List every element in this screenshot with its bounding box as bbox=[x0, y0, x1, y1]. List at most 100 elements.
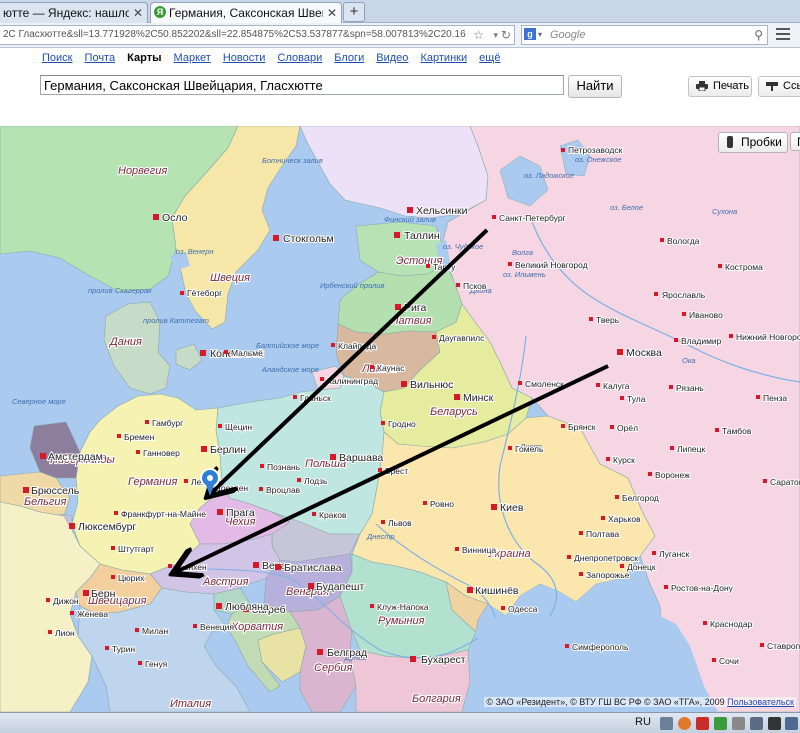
city-marker[interactable] bbox=[320, 377, 324, 381]
city-marker[interactable] bbox=[579, 531, 583, 535]
city-marker[interactable] bbox=[615, 495, 619, 499]
capital-marker[interactable] bbox=[617, 349, 623, 355]
capital-marker[interactable] bbox=[467, 587, 473, 593]
city-marker[interactable] bbox=[729, 334, 733, 338]
city-marker[interactable] bbox=[193, 624, 197, 628]
capital-marker[interactable] bbox=[410, 656, 416, 662]
city-marker[interactable] bbox=[670, 446, 674, 450]
capital-marker[interactable] bbox=[273, 235, 279, 241]
city-marker[interactable] bbox=[135, 628, 139, 632]
city-marker[interactable] bbox=[674, 338, 678, 342]
close-icon[interactable]: ✕ bbox=[133, 3, 143, 23]
map-canvas[interactable]: Ботническ заливФинский заливоз. Ладожско… bbox=[0, 126, 800, 712]
city-marker[interactable] bbox=[297, 478, 301, 482]
city-marker[interactable] bbox=[70, 611, 74, 615]
new-tab-button[interactable]: + bbox=[343, 2, 365, 22]
map-viewport[interactable]: Ботническ залив Финский залив оз. Ладожско… bbox=[0, 126, 800, 712]
capital-marker[interactable] bbox=[330, 454, 336, 460]
capital-marker[interactable] bbox=[201, 446, 207, 452]
service-link-mail[interactable]: Почта bbox=[85, 52, 116, 64]
tray-tools-icon[interactable] bbox=[750, 717, 763, 730]
city-marker[interactable] bbox=[596, 383, 600, 387]
service-link-video[interactable]: Видео bbox=[376, 52, 408, 64]
bookmark-star-icon[interactable]: ☆ bbox=[473, 26, 484, 44]
tray-app-icon[interactable] bbox=[714, 717, 727, 730]
map-search-input[interactable]: Германия, Саксонская Швейцария, Гласхютт… bbox=[40, 75, 564, 95]
print-button[interactable]: Печать bbox=[688, 76, 752, 97]
city-marker[interactable] bbox=[518, 381, 522, 385]
city-marker[interactable] bbox=[561, 148, 565, 152]
dropdown-arrow-icon[interactable]: ▾ bbox=[538, 26, 542, 44]
browser-tab-maps[interactable]: Я Германия, Саксонская Швейцария, ... ✕ bbox=[150, 2, 342, 23]
city-marker[interactable] bbox=[610, 425, 614, 429]
traffic-button[interactable]: Пробки bbox=[718, 132, 788, 153]
city-marker[interactable] bbox=[508, 262, 512, 266]
capital-marker[interactable] bbox=[454, 394, 460, 400]
service-link-search[interactable]: Поиск bbox=[42, 52, 72, 64]
capital-marker[interactable] bbox=[491, 504, 497, 510]
city-marker[interactable] bbox=[378, 468, 382, 472]
tray-reader-icon[interactable] bbox=[696, 717, 709, 730]
city-marker[interactable] bbox=[567, 555, 571, 559]
close-icon[interactable]: ✕ bbox=[327, 3, 337, 23]
city-marker[interactable] bbox=[760, 643, 764, 647]
city-marker[interactable] bbox=[218, 424, 222, 428]
city-marker[interactable] bbox=[111, 546, 115, 550]
city-marker[interactable] bbox=[370, 604, 374, 608]
capital-marker[interactable] bbox=[200, 350, 206, 356]
capital-marker[interactable] bbox=[23, 487, 29, 493]
city-marker[interactable] bbox=[654, 292, 658, 296]
tray-flag-icon[interactable] bbox=[768, 717, 781, 730]
city-marker[interactable] bbox=[763, 479, 767, 483]
city-marker[interactable] bbox=[293, 395, 297, 399]
link-button[interactable]: Ссы bbox=[758, 76, 800, 97]
city-marker[interactable] bbox=[455, 547, 459, 551]
city-marker[interactable] bbox=[664, 585, 668, 589]
city-marker[interactable] bbox=[381, 520, 385, 524]
capital-marker[interactable] bbox=[401, 381, 407, 387]
capital-marker[interactable] bbox=[253, 562, 259, 568]
city-marker[interactable] bbox=[669, 385, 673, 389]
city-marker[interactable] bbox=[111, 575, 115, 579]
dropdown-arrow-icon[interactable]: ▾ bbox=[493, 26, 498, 44]
tray-network-icon[interactable] bbox=[785, 717, 798, 730]
service-link-market[interactable]: Маркет bbox=[174, 52, 211, 64]
menu-icon[interactable] bbox=[776, 28, 790, 40]
capital-marker[interactable] bbox=[308, 583, 314, 589]
city-marker[interactable] bbox=[508, 446, 512, 450]
city-marker[interactable] bbox=[370, 365, 374, 369]
city-marker[interactable] bbox=[501, 606, 505, 610]
city-marker[interactable] bbox=[703, 621, 707, 625]
city-marker[interactable] bbox=[648, 472, 652, 476]
city-marker[interactable] bbox=[660, 238, 664, 242]
city-marker[interactable] bbox=[579, 572, 583, 576]
search-icon[interactable]: ⚲ bbox=[754, 26, 763, 44]
language-indicator[interactable]: RU bbox=[635, 716, 651, 728]
city-marker[interactable] bbox=[224, 350, 228, 354]
city-marker[interactable] bbox=[423, 501, 427, 505]
city-marker[interactable] bbox=[565, 644, 569, 648]
city-marker[interactable] bbox=[620, 564, 624, 568]
city-marker[interactable] bbox=[756, 395, 760, 399]
tray-firefox-icon[interactable] bbox=[678, 717, 691, 730]
capital-marker[interactable] bbox=[217, 509, 223, 515]
city-marker[interactable] bbox=[46, 598, 50, 602]
city-marker[interactable] bbox=[138, 661, 142, 665]
city-marker[interactable] bbox=[48, 630, 52, 634]
city-marker[interactable] bbox=[312, 512, 316, 516]
city-marker[interactable] bbox=[136, 450, 140, 454]
capital-marker[interactable] bbox=[216, 603, 222, 609]
city-marker[interactable] bbox=[652, 551, 656, 555]
capital-marker[interactable] bbox=[407, 207, 413, 213]
layers-button[interactable]: П bbox=[790, 132, 800, 151]
capital-marker[interactable] bbox=[83, 590, 89, 596]
browser-tab-yandex-search[interactable]: ютте — Яндекс: нашлось 290 т... ✕ bbox=[0, 2, 148, 23]
city-marker[interactable] bbox=[432, 335, 436, 339]
city-marker[interactable] bbox=[114, 511, 118, 515]
capital-marker[interactable] bbox=[317, 649, 323, 655]
city-marker[interactable] bbox=[260, 464, 264, 468]
city-marker[interactable] bbox=[561, 424, 565, 428]
capital-marker[interactable] bbox=[69, 523, 75, 529]
city-marker[interactable] bbox=[620, 396, 624, 400]
city-marker[interactable] bbox=[105, 646, 109, 650]
